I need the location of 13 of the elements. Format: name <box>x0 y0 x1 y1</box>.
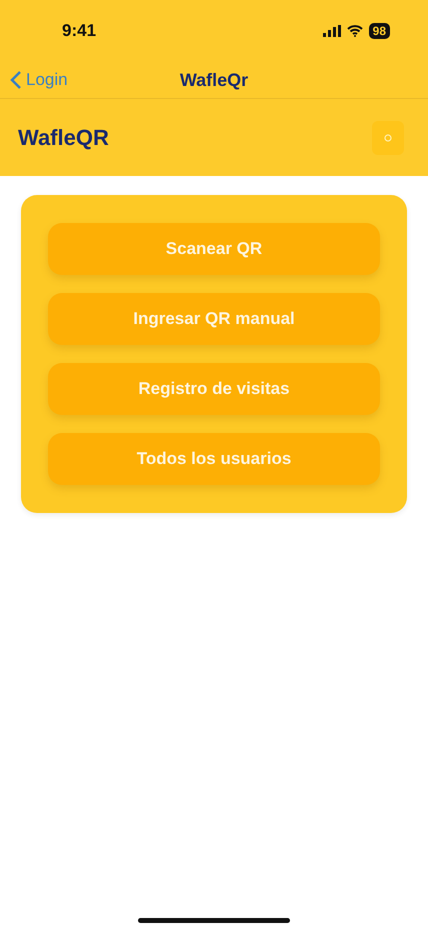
refresh-button[interactable] <box>372 120 404 154</box>
status-time: 9:41 <box>62 21 96 41</box>
menu-button[interactable]: Ingresar QR manual <box>48 293 380 345</box>
signal-icon <box>322 25 341 37</box>
battery-level: 98 <box>368 23 390 39</box>
menu-button[interactable]: Todos los usuarios <box>48 433 380 485</box>
page-title: WafleQR <box>18 124 109 150</box>
chevron-left-icon <box>10 70 22 90</box>
back-link[interactable]: Login <box>10 70 180 90</box>
menu-button[interactable]: Registro de visitas <box>48 363 380 415</box>
nav-title: WafleQr <box>180 70 248 90</box>
menu-button[interactable]: Scanear QR <box>48 223 380 275</box>
wifi-icon <box>346 25 363 37</box>
